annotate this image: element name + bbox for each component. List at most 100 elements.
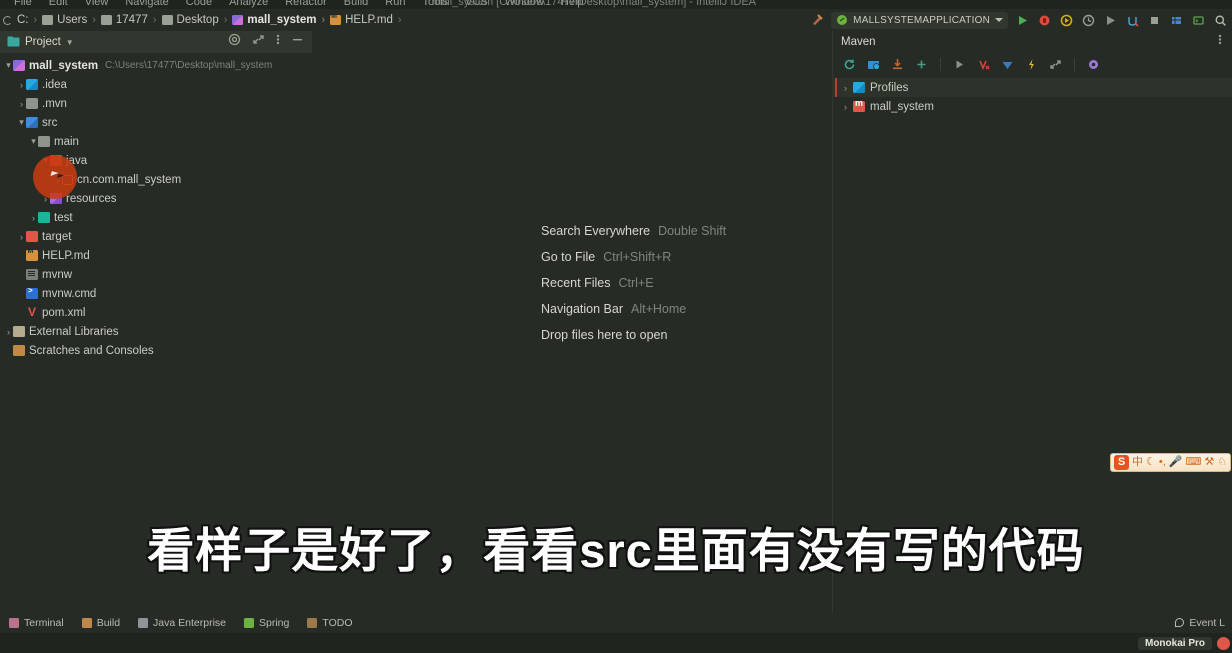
tool-window-java-enterprise[interactable]: Java Enterprise: [138, 617, 226, 629]
tree-item-pom-xml[interactable]: › V pom.xml: [0, 303, 312, 322]
tree-item-mall-system[interactable]: ▾ mall_system C:\Users\17477\Desktop\mal…: [0, 56, 312, 75]
keyboard-icon[interactable]: ⌨: [1186, 455, 1202, 470]
tree-item-idea[interactable]: › .idea: [0, 75, 312, 94]
chevron-collapsed-icon[interactable]: ›: [4, 327, 13, 337]
menu-item-view[interactable]: View: [85, 0, 109, 8]
ime-toolbar[interactable]: S 中 ☾ •, 🎤 ⌨ ⚒ ♘: [1110, 453, 1232, 472]
language-mode-label[interactable]: 中: [1132, 455, 1143, 470]
skin-icon[interactable]: ♘: [1217, 455, 1227, 470]
tree-item-mvnw-cmd[interactable]: › mvnw.cmd: [0, 284, 312, 303]
breadcrumb-item-user[interactable]: 17477 ›: [100, 14, 162, 26]
attach-debug-icon[interactable]: [1125, 13, 1140, 28]
chevron-down-icon[interactable]: [995, 18, 1003, 22]
tree-item-test[interactable]: › test: [0, 208, 312, 227]
scroll-from-source-icon[interactable]: [228, 33, 241, 51]
shortcut-row-go-to-file[interactable]: Go to File Ctrl+Shift+R: [541, 250, 726, 276]
maven-tree-item-profiles[interactable]: › Profiles: [832, 78, 1232, 97]
shortcut-row-search-everywhere[interactable]: Search Everywhere Double Shift: [541, 224, 726, 250]
tool-window-label: Java Enterprise: [153, 616, 226, 629]
collapse-all-icon[interactable]: [252, 33, 265, 51]
tool-window-label: Terminal: [24, 616, 64, 629]
stop-icon[interactable]: [1147, 13, 1162, 28]
search-icon[interactable]: [1213, 13, 1228, 28]
menu-item-refactor[interactable]: Refactor: [285, 0, 327, 8]
event-log-button[interactable]: Event L: [1175, 617, 1225, 629]
settings-icon[interactable]: [1086, 57, 1101, 72]
toolbox-icon[interactable]: ⚒: [1204, 455, 1214, 470]
tree-item-mvnw[interactable]: › mvnw: [0, 265, 312, 284]
chevron-collapsed-icon[interactable]: ›: [17, 80, 26, 90]
menu-item-edit[interactable]: Edit: [49, 0, 68, 8]
chevron-expanded-icon[interactable]: ▾: [4, 60, 13, 71]
chevron-expanded-icon[interactable]: ▾: [29, 136, 38, 147]
shortcut-row-navigation-bar[interactable]: Navigation Bar Alt+Home: [541, 302, 726, 328]
chevron-collapsed-icon[interactable]: ›: [41, 194, 50, 204]
tool-window-spring[interactable]: Spring: [244, 617, 289, 629]
menu-item-build[interactable]: Build: [344, 0, 368, 8]
collapse-all-icon[interactable]: [1048, 57, 1063, 72]
layout-icon[interactable]: [1169, 13, 1184, 28]
execute-goal-icon[interactable]: [1024, 57, 1039, 72]
sogou-logo-icon[interactable]: S: [1114, 455, 1129, 470]
tree-item-mvn[interactable]: › .mvn: [0, 94, 312, 113]
run-configuration-selector[interactable]: MALLSYSTEMAPPLICATION: [831, 11, 1008, 29]
tree-item-label: .idea: [42, 78, 67, 91]
more-options-icon[interactable]: [276, 33, 280, 51]
folder-icon: [38, 136, 50, 147]
add-icon[interactable]: [914, 57, 929, 72]
download-sources-icon[interactable]: [890, 57, 905, 72]
chevron-collapsed-icon[interactable]: ›: [17, 232, 26, 242]
menu-item-navigate[interactable]: Navigate: [125, 0, 168, 8]
tool-window-todo[interactable]: TODO: [307, 617, 353, 629]
toggle-offline-icon[interactable]: [1000, 57, 1015, 72]
terminal-icon[interactable]: [1191, 13, 1206, 28]
tree-item-java[interactable]: ▾ java: [0, 151, 312, 170]
tree-item-resources[interactable]: › resources: [0, 189, 312, 208]
moon-icon[interactable]: ☾: [1146, 455, 1156, 470]
run-maven-goal-icon[interactable]: [952, 57, 967, 72]
tool-window-terminal[interactable]: Terminal: [9, 617, 64, 629]
menu-item-analyze[interactable]: Analyze: [229, 0, 268, 8]
generate-sources-icon[interactable]: [866, 57, 881, 72]
chevron-collapsed-icon[interactable]: ›: [841, 102, 850, 112]
maven-tree-item-mall-system[interactable]: › mall_system: [832, 97, 1232, 116]
reload-icon[interactable]: [842, 57, 857, 72]
tree-item-src[interactable]: ▾ src: [0, 113, 312, 132]
breadcrumb-item-users[interactable]: Users ›: [42, 14, 101, 26]
shortcut-row-recent-files[interactable]: Recent Files Ctrl+E: [541, 276, 726, 302]
tree-item-main[interactable]: ▾ main: [0, 132, 312, 151]
run-2-icon[interactable]: [1103, 13, 1118, 28]
theme-badge[interactable]: Monokai Pro: [1137, 636, 1212, 650]
menu-item-code[interactable]: Code: [186, 0, 212, 8]
menu-item-run[interactable]: Run: [385, 0, 405, 8]
hide-panel-icon[interactable]: [291, 33, 304, 51]
profile-icon[interactable]: [1081, 13, 1096, 28]
hammer-build-icon[interactable]: [809, 13, 824, 28]
breadcrumb-item-project[interactable]: mall_system ›: [232, 14, 330, 26]
breadcrumb-item-drive[interactable]: C: ›: [3, 14, 42, 26]
microphone-icon[interactable]: 🎤: [1169, 455, 1183, 470]
chevron-expanded-icon[interactable]: ▾: [17, 117, 26, 128]
debug-icon[interactable]: [1037, 13, 1052, 28]
tree-item-help-md[interactable]: › HELP.md: [0, 246, 312, 265]
tree-item-package[interactable]: › cn.com.mall_system: [0, 170, 312, 189]
chevron-collapsed-icon[interactable]: ›: [29, 213, 38, 223]
menu-item-file[interactable]: File: [14, 0, 32, 8]
tree-item-external-libraries[interactable]: › External Libraries: [0, 322, 312, 341]
breadcrumb-item-desktop[interactable]: Desktop ›: [161, 14, 233, 26]
chevron-collapsed-icon[interactable]: ›: [53, 175, 62, 185]
breadcrumb-item-file[interactable]: HELP.md ›: [330, 13, 406, 26]
chevron-collapsed-icon[interactable]: ›: [17, 99, 26, 109]
tool-window-build[interactable]: Build: [81, 617, 120, 629]
chevron-expanded-icon[interactable]: ▾: [41, 155, 50, 166]
run-coverage-icon[interactable]: [1059, 13, 1074, 28]
toggle-skip-tests-icon[interactable]: [976, 57, 991, 72]
chevron-down-icon[interactable]: ▼: [66, 38, 74, 47]
chevron-collapsed-icon[interactable]: ›: [841, 83, 850, 93]
punctuation-icon[interactable]: •,: [1159, 455, 1166, 470]
tree-item-scratches[interactable]: › Scratches and Consoles: [0, 341, 312, 360]
run-icon[interactable]: [1015, 13, 1030, 28]
more-options-icon[interactable]: [1218, 33, 1222, 51]
shortcut-name: Navigation Bar: [541, 302, 623, 316]
tree-item-target[interactable]: › target: [0, 227, 312, 246]
